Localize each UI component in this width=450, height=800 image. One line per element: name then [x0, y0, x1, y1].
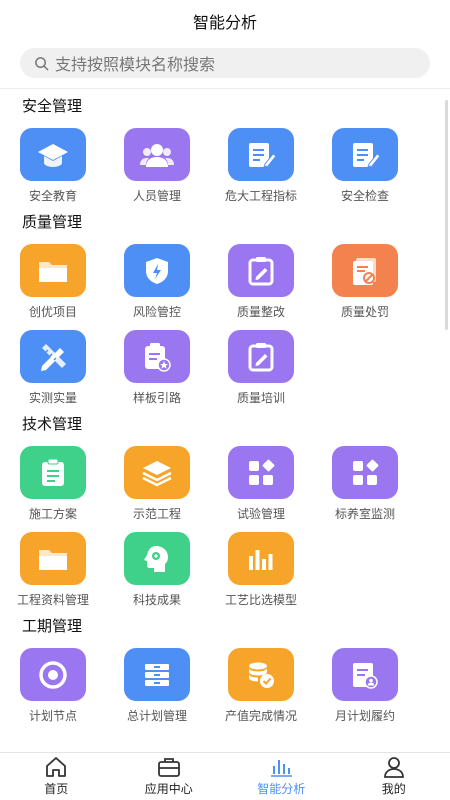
module-label: 标养室监测: [334, 507, 395, 521]
module-safety-education[interactable]: 安全教育: [1, 118, 105, 204]
bar-chart-icon: [249, 549, 273, 570]
head-gear-icon: [144, 545, 168, 572]
module-quality-rectification[interactable]: 质量整改: [209, 234, 313, 320]
module-quality-training[interactable]: 质量培训: [209, 320, 313, 406]
search-placeholder: 支持按照模块名称搜索: [55, 57, 216, 74]
tab-home[interactable]: 首页: [0, 753, 113, 800]
module-label: 人员管理: [132, 189, 181, 203]
apps-icon: [249, 459, 275, 485]
document-ban-icon: [353, 257, 376, 285]
clipboard-list-icon: [42, 458, 64, 486]
module-label: 样板引路: [132, 391, 181, 405]
module-output-completion[interactable]: 产值完成情况: [209, 638, 313, 724]
section-title: 技术管理: [22, 416, 83, 433]
module-label: 工程资料管理: [16, 593, 89, 607]
module-label: 月计划履约: [334, 709, 395, 723]
apps-icon: [353, 459, 379, 485]
shield-bolt-icon: [146, 257, 168, 284]
module-label: 质量处罚: [340, 305, 389, 319]
module-hazard-index[interactable]: 危大工程指标: [209, 118, 313, 204]
page-title: 智能分析: [192, 15, 257, 32]
module-engineering-docs[interactable]: 工程资料管理: [1, 522, 105, 608]
module-quality-penalty[interactable]: 质量处罚: [313, 234, 417, 320]
folder-icon: [39, 549, 67, 570]
clipboard-edit-icon: [248, 256, 274, 285]
section-title: 安全管理: [22, 98, 83, 115]
tab-smart-analysis[interactable]: 智能分析: [225, 753, 338, 800]
scrollbar[interactable]: [445, 100, 448, 330]
graduation-cap-icon: [38, 143, 68, 167]
edit-document-icon: [249, 142, 276, 168]
module-safety-inspection[interactable]: 安全检查: [313, 118, 417, 204]
module-label: 质量整改: [236, 305, 285, 319]
module-label: 总计划管理: [126, 709, 187, 723]
section-technical: 技术管理 施工方案 示范工程 试验管理 标养室监测 工程资料管理 科技成果 工艺…: [0, 414, 450, 608]
bottom-tab-bar: 首页 应用中心 智能分析 我的: [0, 752, 450, 800]
module-monthly-plan[interactable]: 月计划履约: [313, 638, 417, 724]
folder-icon: [39, 261, 67, 282]
tab-label: 应用中心: [144, 782, 193, 796]
tab-app-center[interactable]: 应用中心: [113, 753, 226, 800]
document-user-icon: [353, 662, 378, 689]
tab-label: 我的: [381, 782, 406, 796]
search-bar-container: 支持按照模块名称搜索: [0, 42, 450, 78]
section-title: 工期管理: [22, 618, 83, 635]
bar-chart-icon: [271, 760, 293, 777]
module-label: 工艺比选模型: [224, 593, 297, 607]
module-label: 实测实量: [28, 391, 77, 405]
module-sample-guidance[interactable]: 样板引路: [105, 320, 209, 406]
module-master-plan[interactable]: 总计划管理: [105, 638, 209, 724]
section-safety: 安全管理 安全教育 人员管理 危大工程指标 安全检查: [0, 96, 450, 204]
module-process-comparison[interactable]: 工艺比选模型: [209, 522, 313, 608]
module-label: 风险管控: [132, 305, 181, 319]
page-header: 智能分析: [0, 0, 450, 42]
module-label: 产值完成情况: [224, 709, 297, 723]
coins-check-icon: [249, 662, 274, 688]
module-list[interactable]: 安全管理 安全教育 人员管理 危大工程指标 安全检查 质量管理 创优项目 风险管…: [0, 88, 450, 752]
tab-mine[interactable]: 我的: [338, 753, 450, 800]
module-excellence-project[interactable]: 创优项目: [1, 234, 105, 320]
module-label: 计划节点: [28, 709, 77, 723]
module-curing-room[interactable]: 标养室监测: [313, 436, 417, 522]
module-label: 科技成果: [132, 593, 181, 607]
circle-target-icon: [39, 660, 67, 689]
module-test-management[interactable]: 试验管理: [209, 436, 313, 522]
ruler-pencil-icon: [41, 343, 66, 371]
module-personnel[interactable]: 人员管理: [105, 118, 209, 204]
module-plan-nodes[interactable]: 计划节点: [1, 638, 105, 724]
people-icon: [140, 143, 174, 167]
clipboard-edit-icon: [248, 342, 274, 371]
section-schedule: 工期管理 计划节点 总计划管理 产值完成情况 月计划履约: [0, 616, 450, 724]
search-icon: [35, 56, 49, 70]
module-label: 示范工程: [132, 507, 181, 521]
home-icon: [46, 757, 67, 777]
module-construction-plan[interactable]: 施工方案: [1, 436, 105, 522]
section-quality: 质量管理 创优项目 风险管控 质量整改 质量处罚 实测实量 样板引路 质量培训: [0, 212, 450, 406]
module-label: 试验管理: [236, 507, 285, 521]
module-label: 施工方案: [28, 507, 77, 521]
edit-document-icon: [353, 142, 380, 168]
tab-label: 智能分析: [257, 782, 306, 796]
user-icon: [383, 757, 404, 778]
module-demo-project[interactable]: 示范工程: [105, 436, 209, 522]
module-measurement[interactable]: 实测实量: [1, 320, 105, 406]
module-label: 安全检查: [340, 189, 389, 203]
module-risk-control[interactable]: 风险管控: [105, 234, 209, 320]
module-label: 创优项目: [28, 305, 77, 319]
section-title: 质量管理: [22, 214, 83, 231]
module-label: 危大工程指标: [224, 189, 297, 203]
module-tech-achievements[interactable]: 科技成果: [105, 522, 209, 608]
layers-icon: [142, 460, 172, 486]
search-input[interactable]: 支持按照模块名称搜索: [20, 48, 430, 78]
database-icon: [145, 663, 169, 686]
module-label: 安全教育: [28, 189, 77, 203]
module-label: 质量培训: [236, 391, 285, 405]
briefcase-icon: [157, 758, 180, 777]
clipboard-star-icon: [145, 342, 171, 372]
tab-label: 首页: [44, 782, 69, 796]
